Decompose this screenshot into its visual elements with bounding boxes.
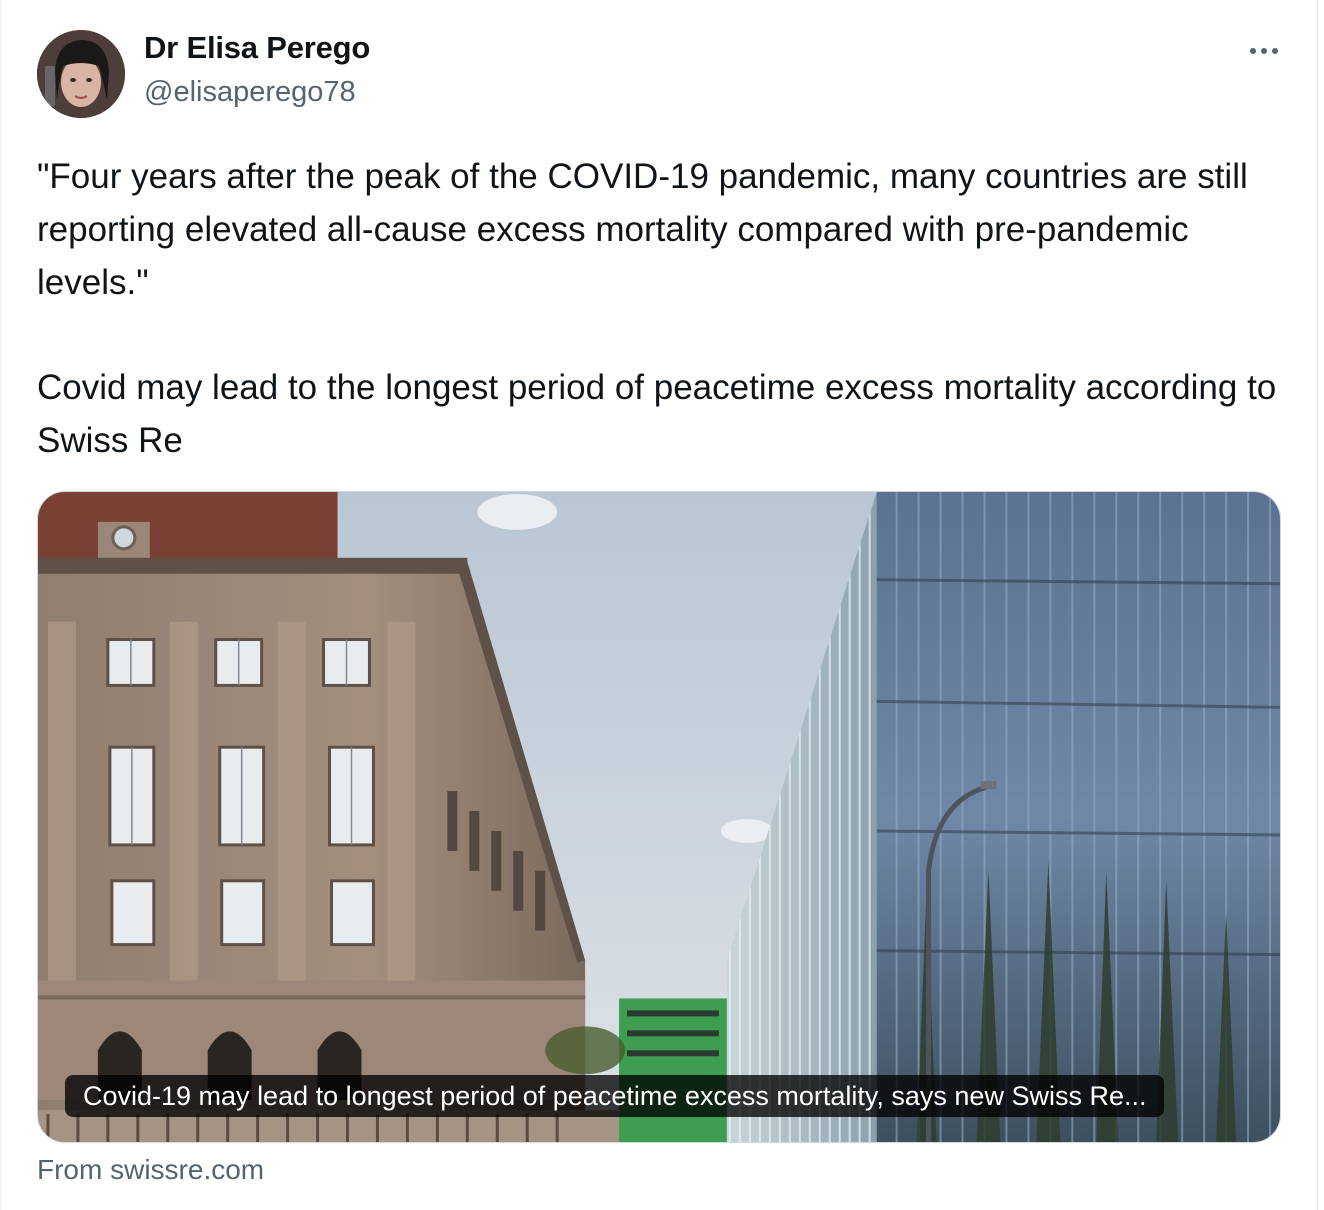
link-source[interactable]: From swissre.com [37, 1154, 264, 1186]
avatar-photo [37, 30, 125, 118]
tweet-text: "Four years after the peak of the COVID-… [37, 150, 1287, 467]
author-handle[interactable]: @elisaperego78 [144, 76, 356, 109]
tweet-card: Dr Elisa Perego @elisaperego78 "Four yea… [0, 0, 1318, 1210]
dot [1261, 48, 1267, 54]
author-name[interactable]: Dr Elisa Perego [144, 30, 370, 66]
avatar[interactable] [37, 30, 125, 118]
link-card-image [38, 492, 1280, 1142]
tweet-paragraph: Covid may lead to the longest period of … [37, 368, 1277, 460]
more-options-icon[interactable] [1239, 34, 1289, 68]
link-card-caption: Covid-19 may lead to longest period of p… [65, 1075, 1165, 1117]
dot [1250, 48, 1256, 54]
link-card[interactable]: Covid-19 may lead to longest period of p… [37, 491, 1281, 1143]
dot [1272, 48, 1278, 54]
tweet-paragraph: "Four years after the peak of the COVID-… [37, 157, 1248, 302]
